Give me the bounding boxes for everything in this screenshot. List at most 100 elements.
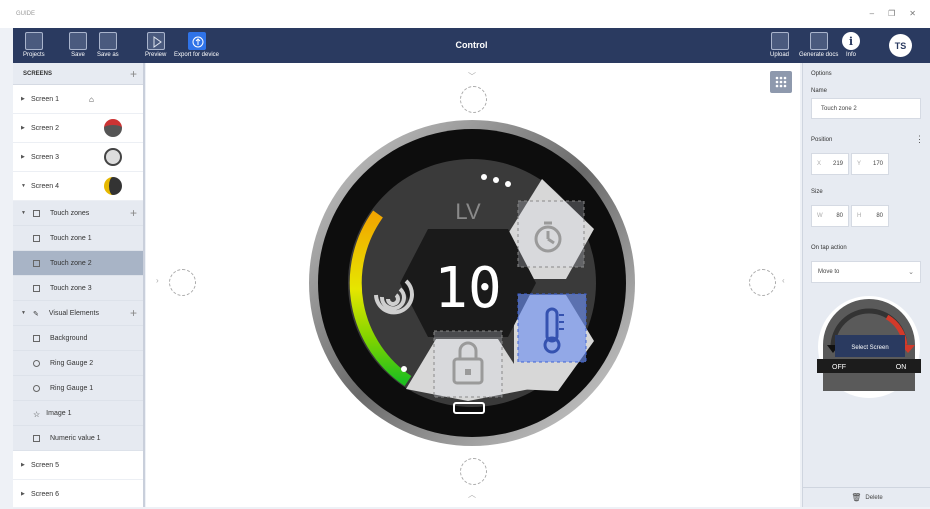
visual-element-item-numeric-value-1[interactable]: Numeric value 1 — [13, 426, 143, 451]
select-screen-label: Select Screen — [851, 345, 888, 351]
screens-header: SCREENS + — [13, 63, 143, 85]
off-label: OFF — [832, 364, 846, 371]
screen-item-5[interactable]: ▶ Screen 5 — [13, 451, 143, 480]
screen-item-4[interactable]: ▼ Screen 4 — [13, 172, 143, 201]
touch-zone-label: Touch zone 2 — [50, 259, 92, 267]
upload-label: Upload — [770, 52, 790, 58]
star-icon: ☆ — [33, 409, 41, 419]
width-field[interactable]: W 80 — [811, 205, 849, 227]
screen-label: Screen 1 — [31, 95, 60, 103]
w-value: 80 — [836, 213, 843, 219]
add-touch-zone-icon[interactable]: + — [130, 206, 137, 220]
grid-toggle-button[interactable] — [770, 71, 792, 93]
delete-button[interactable]: 🗑 Delete — [803, 487, 930, 507]
chevron-right-icon[interactable]: ▶ — [21, 154, 31, 160]
info-icon: i — [842, 32, 860, 50]
chevron-right-icon[interactable]: ▶ — [21, 462, 31, 468]
action-select[interactable]: Move to ⌄ — [811, 261, 921, 283]
chevron-down-icon[interactable]: ▼ — [21, 183, 31, 189]
document-icon — [809, 32, 828, 50]
visual-element-item-ring-gauge-1[interactable]: Ring Gauge 1 — [13, 376, 143, 401]
on-label: ON — [896, 364, 907, 371]
visual-element-label: Ring Gauge 1 — [50, 384, 94, 392]
screen-label: Screen 4 — [31, 182, 60, 190]
screen-item-2[interactable]: ▶ Screen 2 — [13, 114, 143, 143]
preview-label: Preview — [145, 52, 167, 58]
chevron-down-icon[interactable]: ▼ — [21, 310, 31, 316]
square-icon — [33, 209, 40, 217]
screen-item-6[interactable]: ▶ Screen 6 — [13, 480, 143, 509]
visual-element-item-background[interactable]: Background — [13, 326, 143, 351]
screens-sidebar: SCREENS + ▶ Screen 1 ⌂ ▶ Screen 2 ▶ Scre… — [13, 63, 145, 509]
add-visual-element-icon[interactable]: + — [130, 306, 137, 320]
screen-link-bottom[interactable] — [460, 458, 487, 485]
chevron-down-icon: ⌄ — [908, 269, 914, 276]
x-label: X — [817, 161, 822, 167]
touch-zone-item-1[interactable]: Touch zone 1 — [13, 226, 143, 251]
maximize-button[interactable]: ❐ — [888, 9, 895, 18]
upload-icon — [770, 32, 789, 50]
screen-thumbnail — [104, 148, 122, 166]
visual-element-item-image-1[interactable]: ☆ Image 1 — [13, 401, 143, 426]
chevron-left-icon: ‹ — [782, 276, 785, 285]
size-label: Size — [811, 189, 823, 195]
chevron-right-icon[interactable]: ▶ — [21, 125, 31, 131]
grid-dots-icon — [775, 76, 787, 88]
delete-label: Delete — [865, 494, 883, 501]
action-label: On tap action — [811, 245, 847, 251]
generate-docs-label: Generate docs — [799, 52, 839, 58]
screen-link-top[interactable] — [460, 86, 487, 113]
upload-button[interactable]: Upload — [770, 32, 789, 59]
visual-element-item-ring-gauge-2[interactable]: Ring Gauge 2 — [13, 351, 143, 376]
height-field[interactable]: H 80 — [851, 205, 889, 227]
name-input[interactable]: Touch zone 2 — [811, 98, 921, 119]
design-canvas[interactable]: ﹀ › ‹ ︿ LV 10 — [146, 63, 800, 507]
options-panel: Options Name Touch zone 2 Position ⋮ X 2… — [802, 63, 930, 507]
screen-label: Screen 6 — [31, 490, 60, 498]
name-value: Touch zone 2 — [821, 105, 857, 112]
y-field[interactable]: Y 170 — [851, 153, 889, 175]
minimize-button[interactable]: – — [870, 9, 874, 18]
screen-link-left[interactable] — [169, 269, 196, 296]
visual-elements-group[interactable]: ▼ ✎ Visual Elements + — [13, 301, 143, 326]
chevron-right-icon[interactable]: ▶ — [21, 491, 31, 497]
chevron-right-icon: › — [156, 276, 159, 285]
home-icon: ⌂ — [89, 94, 94, 104]
unit-label: LV — [455, 199, 481, 224]
window-controls: – ❐ ✕ — [870, 9, 916, 18]
touch-zone-item-3[interactable]: Touch zone 3 — [13, 276, 143, 301]
x-field[interactable]: X 219 — [811, 153, 849, 175]
ring-icon — [33, 359, 40, 367]
export-label: Export for device — [174, 52, 220, 58]
info-button[interactable]: i Info — [842, 32, 860, 59]
action-preview: Select Screen OFF ON — [817, 296, 921, 398]
kebab-menu-icon[interactable]: ⋮ — [915, 134, 924, 145]
generate-docs-button[interactable]: Generate docs — [799, 32, 838, 59]
h-value: 80 — [876, 213, 883, 219]
visual-element-label: Background — [50, 334, 88, 342]
avatar[interactable]: TS — [889, 34, 912, 57]
touch-zone-1-box[interactable] — [517, 200, 585, 268]
screen-item-3[interactable]: ▶ Screen 3 — [13, 143, 143, 172]
screen-label: Screen 3 — [31, 153, 60, 161]
add-screen-icon[interactable]: + — [130, 67, 137, 81]
chevron-right-icon[interactable]: ▶ — [21, 96, 31, 102]
y-value: 170 — [872, 161, 883, 167]
touch-zone-3-box[interactable] — [433, 330, 503, 398]
touch-zones-group[interactable]: ▼ Touch zones + — [13, 201, 143, 226]
pen-icon: ✎ — [33, 310, 39, 318]
screen-item-1[interactable]: ▶ Screen 1 ⌂ — [13, 85, 143, 114]
gauge-dot — [401, 366, 407, 372]
square-icon — [33, 234, 40, 242]
screen-link-right[interactable] — [749, 269, 776, 296]
chevron-down-icon[interactable]: ▼ — [21, 210, 31, 216]
layers-icon — [33, 334, 40, 342]
close-button[interactable]: ✕ — [909, 9, 916, 18]
w-label: W — [817, 213, 823, 219]
visual-element-label: Numeric value 1 — [50, 434, 101, 442]
square-icon — [33, 259, 40, 267]
title-bar: GUIDE – ❐ ✕ — [0, 0, 930, 28]
y-label: Y — [857, 161, 862, 167]
touch-zone-item-2[interactable]: Touch zone 2 — [13, 251, 143, 276]
screen-thumbnail — [104, 119, 122, 137]
